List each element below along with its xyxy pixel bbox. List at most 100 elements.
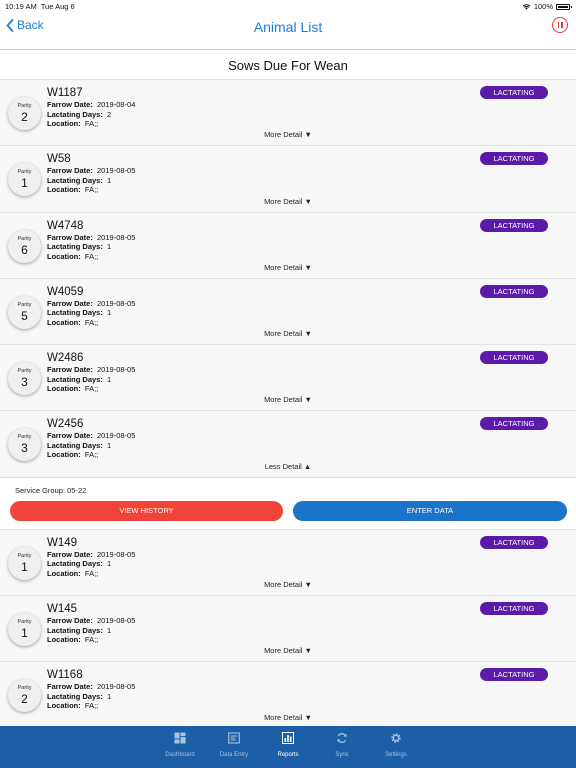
farrow-date-value: 2019-08-05 xyxy=(97,431,136,441)
tab-sync[interactable]: Sync xyxy=(315,726,369,768)
detail-toggle[interactable]: More Detail ▼ xyxy=(0,263,576,272)
parity-value: 1 xyxy=(21,626,28,641)
dashboard-icon xyxy=(174,731,186,749)
animal-card[interactable]: Parity 2 W1168 Farrow Date: 2019-08-05 L… xyxy=(0,662,576,729)
page-title: Animal List xyxy=(253,19,323,35)
animal-id: W58 xyxy=(47,153,71,166)
parity-value: 3 xyxy=(21,441,28,456)
lactating-days-row: Lactating Days: 1 xyxy=(47,559,111,568)
reports-icon xyxy=(282,731,294,749)
lactating-days-row: Lactating Days: 1 xyxy=(47,375,111,384)
location-value: FA;; xyxy=(84,384,99,394)
status-badge: LACTATING xyxy=(480,602,548,616)
lactating-days-label: Lactating Days: xyxy=(47,175,103,185)
farrow-date-row: Farrow Date: 2019-08-05 xyxy=(47,431,135,440)
status-time: 10:19 AM Tue Aug 6 xyxy=(5,2,75,11)
animal-list: Parity 2 W1187 Farrow Date: 2019-08-04 L… xyxy=(0,80,576,729)
animal-card[interactable]: Parity 3 W2486 Farrow Date: 2019-08-05 L… xyxy=(0,345,576,412)
tab-label: Data Entry xyxy=(219,752,249,758)
animal-id: W149 xyxy=(47,536,78,549)
lactating-days-row: Lactating Days: 1 xyxy=(47,308,111,317)
nav-bar: Back Animal List xyxy=(0,12,576,50)
farrow-date-row: Farrow Date: 2019-08-05 xyxy=(47,166,135,175)
location-row: Location: FA;; xyxy=(47,252,98,261)
lactating-days-value: 2 xyxy=(107,109,112,119)
tab-label: Sync xyxy=(335,752,349,758)
farrow-date-value: 2019-08-05 xyxy=(97,549,136,559)
parity-label: Parity xyxy=(17,619,32,626)
battery-percent: 100% xyxy=(533,2,553,11)
status-badge: LACTATING xyxy=(480,218,548,232)
tab-settings[interactable]: Settings xyxy=(369,726,423,768)
detail-toggle[interactable]: More Detail ▼ xyxy=(0,395,576,404)
lactating-days-row: Lactating Days: 1 xyxy=(47,441,111,450)
location-row: Location: FA;; xyxy=(47,450,98,459)
section-title: Sows Due For Wean xyxy=(0,51,576,80)
lactating-days-label: Lactating Days: xyxy=(47,625,103,635)
wifi-icon xyxy=(522,4,531,10)
battery-icon xyxy=(556,3,572,10)
location-row: Location: FA;; xyxy=(47,119,98,128)
sync-icon xyxy=(336,731,348,749)
farrow-date-row: Farrow Date: 2019-08-04 xyxy=(47,100,135,109)
farrow-date-label: Farrow Date: xyxy=(47,166,93,176)
farrow-date-label: Farrow Date: xyxy=(47,616,93,626)
detail-toggle[interactable]: More Detail ▼ xyxy=(0,130,576,139)
parity-value: 3 xyxy=(21,375,28,390)
parity-badge: Parity 1 xyxy=(8,546,41,580)
detail-toggle[interactable]: Less Detail ▲ xyxy=(0,462,576,471)
lactating-days-row: Lactating Days: 1 xyxy=(47,626,111,635)
farrow-date-value: 2019-08-05 xyxy=(97,232,136,242)
farrow-date-label: Farrow Date: xyxy=(47,431,93,441)
lactating-days-row: Lactating Days: 1 xyxy=(47,242,111,251)
animal-card[interactable]: Parity 1 W58 Farrow Date: 2019-08-05 Lac… xyxy=(0,146,576,213)
tab-dashboard[interactable]: Dashboard xyxy=(153,726,207,768)
farrow-date-value: 2019-08-04 xyxy=(97,100,136,109)
detail-toggle[interactable]: More Detail ▼ xyxy=(0,580,576,589)
location-value: FA;; xyxy=(84,185,99,195)
farrow-date-value: 2019-08-05 xyxy=(97,298,136,308)
parity-badge: Parity 2 xyxy=(8,679,41,713)
detail-toggle[interactable]: More Detail ▼ xyxy=(0,713,576,722)
status-badge: LACTATING xyxy=(480,668,548,682)
parity-badge: Parity 6 xyxy=(8,229,41,263)
farrow-date-label: Farrow Date: xyxy=(47,298,93,308)
detail-toggle[interactable]: More Detail ▼ xyxy=(0,329,576,338)
farrow-date-label: Farrow Date: xyxy=(47,365,93,375)
pause-button[interactable] xyxy=(552,17,568,33)
location-value: FA;; xyxy=(84,450,99,460)
farrow-date-value: 2019-08-05 xyxy=(97,616,136,626)
lactating-days-label: Lactating Days: xyxy=(47,308,103,318)
enter-data-button[interactable]: ENTER DATA xyxy=(293,500,567,521)
parity-label: Parity xyxy=(17,434,32,441)
detail-toggle[interactable]: More Detail ▼ xyxy=(0,646,576,655)
farrow-date-value: 2019-08-05 xyxy=(97,166,136,176)
location-row: Location: FA;; xyxy=(47,185,98,194)
animal-card[interactable]: Parity 5 W4059 Farrow Date: 2019-08-05 L… xyxy=(0,278,576,346)
animal-card[interactable]: Parity 3 W2456 Farrow Date: 2019-08-05 L… xyxy=(0,411,576,478)
animal-card[interactable]: Parity 2 W1187 Farrow Date: 2019-08-04 L… xyxy=(0,80,576,147)
location-row: Location: FA;; xyxy=(47,384,98,393)
service-group: Service Group: 05-22 xyxy=(15,485,87,495)
animal-id: W2486 xyxy=(47,352,84,365)
lactating-days-label: Lactating Days: xyxy=(47,242,103,252)
status-badge: LACTATING xyxy=(480,535,548,549)
animal-card[interactable]: Parity 6 W4748 Farrow Date: 2019-08-05 L… xyxy=(0,212,576,279)
parity-value: 2 xyxy=(21,692,28,707)
detail-toggle[interactable]: More Detail ▼ xyxy=(0,197,576,206)
lactating-days-label: Lactating Days: xyxy=(47,559,103,569)
lactating-days-value: 1 xyxy=(107,625,112,635)
status-badge: LACTATING xyxy=(480,284,548,298)
animal-card[interactable]: Parity 1 W145 Farrow Date: 2019-08-05 La… xyxy=(0,596,576,663)
status-badge: LACTATING xyxy=(480,417,548,431)
parity-label: Parity xyxy=(17,685,32,692)
view-history-button[interactable]: VIEW HISTORY xyxy=(10,500,283,521)
parity-value: 6 xyxy=(21,242,28,257)
status-badge: LACTATING xyxy=(480,152,548,166)
tab-reports[interactable]: Reports xyxy=(261,726,315,768)
tab-data-entry[interactable]: Data Entry xyxy=(207,726,261,768)
parity-badge: Parity 1 xyxy=(8,613,41,647)
location-label: Location: xyxy=(47,317,81,327)
farrow-date-label: Farrow Date: xyxy=(47,682,93,692)
animal-card[interactable]: Parity 1 W149 Farrow Date: 2019-08-05 La… xyxy=(0,529,576,597)
